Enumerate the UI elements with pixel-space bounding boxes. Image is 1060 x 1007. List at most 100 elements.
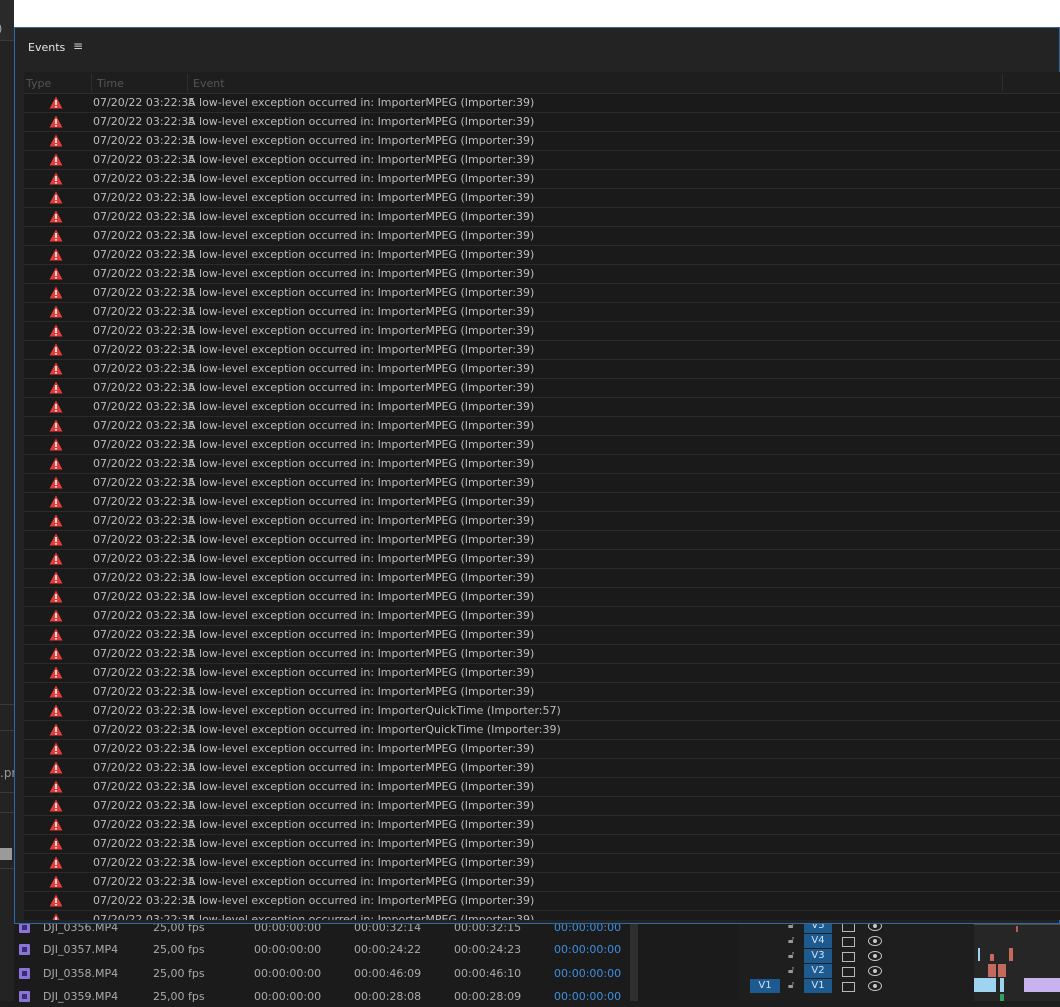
timeline-clip-area[interactable] (974, 924, 1060, 1001)
table-row[interactable]: 07/20/22 03:22:35 A low-level exception o… (24, 189, 1060, 208)
clip-in-point[interactable]: 00:00:00:00 (554, 990, 621, 1003)
eye-icon[interactable] (868, 936, 882, 946)
table-row[interactable]: 07/20/22 03:22:35 A low-level exception o… (24, 303, 1060, 322)
eye-icon[interactable] (868, 981, 882, 991)
table-row[interactable]: 07/20/22 03:22:35 A low-level exception o… (24, 778, 1060, 797)
track-target-button[interactable]: V3 (804, 949, 832, 963)
table-row[interactable]: 07/20/22 03:22:35 A low-level exception o… (24, 531, 1060, 550)
table-row[interactable]: 07/20/22 03:22:35 A low-level exception o… (24, 246, 1060, 265)
sync-lock-icon[interactable] (842, 937, 855, 947)
event-time: 07/20/22 03:22:35 (93, 229, 196, 242)
sync-lock-icon[interactable] (842, 952, 855, 962)
clip-in-point[interactable]: 00:00:00:00 (554, 967, 621, 980)
table-row[interactable]: 07/20/22 03:22:35 A low-level exception o… (24, 569, 1060, 588)
table-row[interactable]: 07/20/22 03:22:35 A low-level exception o… (24, 417, 1060, 436)
table-row[interactable]: 07/20/22 03:22:35 A low-level exception o… (24, 474, 1060, 493)
column-separator[interactable] (187, 74, 188, 91)
table-row[interactable]: 07/20/22 03:22:35 A low-level exception o… (24, 170, 1060, 189)
table-row[interactable]: 07/20/22 03:22:35 A low-level exception o… (24, 664, 1060, 683)
table-row[interactable]: 07/20/22 03:22:35 A low-level exception o… (24, 113, 1060, 132)
table-row[interactable]: 07/20/22 03:22:35 A low-level exception o… (24, 151, 1060, 170)
event-time: 07/20/22 03:22:35 (93, 248, 196, 261)
sync-lock-icon[interactable] (842, 982, 855, 992)
sync-lock-icon[interactable] (842, 967, 855, 977)
table-row[interactable]: 07/20/22 03:22:35 A low-level exception o… (24, 550, 1060, 569)
timeline-clip[interactable] (1000, 994, 1004, 1001)
column-header-event[interactable]: Event (193, 77, 225, 90)
track-header[interactable]: 🔓︎ V3 (738, 949, 974, 965)
timeline-clip[interactable] (978, 948, 980, 961)
list-item[interactable]: DJI_0359.MP4 25,00 fps 00:00:00:00 00:00:28… (16, 987, 628, 1007)
timeline-clip[interactable] (988, 964, 996, 977)
lock-icon[interactable]: 🔓︎ (788, 965, 794, 976)
timeline-clip[interactable] (1016, 926, 1018, 932)
table-row[interactable]: 07/20/22 03:22:35 A low-level exception o… (24, 873, 1060, 892)
warning-icon (49, 571, 63, 584)
track-header[interactable]: 🔓︎ V2 (738, 964, 974, 980)
table-row[interactable]: 07/20/22 03:22:35 A low-level exception o… (24, 379, 1060, 398)
table-row[interactable]: 07/20/22 03:22:35 A low-level exception o… (24, 455, 1060, 474)
event-message: A low-level exception occurred in: Impor… (188, 362, 535, 375)
table-row[interactable]: 07/20/22 03:22:35 A low-level exception o… (24, 626, 1060, 645)
table-row[interactable]: 07/20/22 03:22:35 A low-level exception o… (24, 816, 1060, 835)
clip-frame-rate: 25,00 fps (153, 943, 205, 956)
timeline-clip[interactable] (1009, 948, 1013, 961)
track-target-button[interactable]: V2 (804, 964, 832, 978)
lock-icon[interactable]: 🔓︎ (788, 935, 794, 946)
table-row[interactable]: 07/20/22 03:22:35 A low-level exception o… (24, 683, 1060, 702)
table-row[interactable]: 07/20/22 03:22:35 A low-level exception o… (24, 284, 1060, 303)
table-row[interactable]: 07/20/22 03:22:35 A low-level exception o… (24, 265, 1060, 284)
column-separator[interactable] (91, 74, 92, 91)
table-row[interactable]: 07/20/22 03:22:35 A low-level exception o… (24, 208, 1060, 227)
table-row[interactable]: 07/20/22 03:22:35 A low-level exception o… (24, 227, 1060, 246)
table-row[interactable]: 07/20/22 03:22:35 A low-level exception o… (24, 588, 1060, 607)
timeline-clip[interactable] (1000, 978, 1004, 992)
timeline-clip[interactable] (990, 954, 994, 961)
table-row[interactable]: 07/20/22 03:22:35 A low-level exception o… (24, 94, 1060, 113)
table-row[interactable]: 07/20/22 03:22:35 A low-level exception o… (24, 740, 1060, 759)
table-row[interactable]: 07/20/22 03:22:35 A low-level exception o… (24, 341, 1060, 360)
column-header-type[interactable]: Type (26, 77, 51, 90)
source-patch-button[interactable]: V1 (750, 979, 780, 993)
track-target-button[interactable]: V4 (804, 934, 832, 948)
table-row[interactable]: 07/20/22 03:22:35 A low-level exception o… (24, 398, 1060, 417)
table-row[interactable]: 07/20/22 03:22:35 A low-level exception o… (24, 835, 1060, 854)
table-row[interactable]: 07/20/22 03:22:35 A low-level exception o… (24, 645, 1060, 664)
track-target-button[interactable]: V1 (804, 979, 832, 993)
warning-icon (49, 305, 63, 318)
table-row[interactable]: 07/20/22 03:22:35 A low-level exception o… (24, 854, 1060, 873)
table-row[interactable]: 07/20/22 03:22:35 A low-level exception o… (24, 360, 1060, 379)
table-row[interactable]: 07/20/22 03:22:35 A low-level exception o… (24, 493, 1060, 512)
warning-icon (49, 894, 63, 907)
list-item[interactable]: DJI_0358.MP4 25,00 fps 00:00:00:00 00:00:46… (16, 964, 628, 984)
timeline-clip[interactable] (998, 964, 1006, 977)
events-table: Type Time Event 07/20/22 03:22:35 A low-l… (24, 72, 1060, 920)
event-message: A low-level exception occurred in: Impor… (188, 248, 535, 261)
table-row[interactable]: 07/20/22 03:22:35 A low-level exception o… (24, 512, 1060, 531)
column-separator[interactable] (1002, 74, 1003, 91)
table-row[interactable]: 07/20/22 03:22:35 A low-level exception o… (24, 702, 1060, 721)
lock-icon[interactable]: 🔓︎ (788, 980, 794, 991)
table-row[interactable]: 07/20/22 03:22:35 A low-level exception o… (24, 607, 1060, 626)
table-row[interactable]: 07/20/22 03:22:35 A low-level exception o… (24, 436, 1060, 455)
table-row[interactable]: 07/20/22 03:22:35 A low-level exception o… (24, 132, 1060, 151)
table-row[interactable]: 07/20/22 03:22:35 A low-level exception o… (24, 322, 1060, 341)
eye-icon[interactable] (868, 966, 882, 976)
timeline-clip[interactable] (1024, 978, 1060, 992)
clip-in-point[interactable]: 00:00:00:00 (554, 943, 621, 956)
track-header[interactable]: 🔓︎ V4 (738, 934, 974, 950)
eye-icon[interactable] (868, 951, 882, 961)
table-row[interactable]: 07/20/22 03:22:35 A low-level exception o… (24, 892, 1060, 911)
table-row[interactable]: 07/20/22 03:22:35 A low-level exception o… (24, 721, 1060, 740)
track-header[interactable]: V1 🔓︎ V1 (738, 979, 974, 995)
table-row[interactable]: 07/20/22 03:22:35 A low-level exception o… (24, 797, 1060, 816)
lock-icon[interactable]: 🔓︎ (788, 950, 794, 961)
hamburger-icon[interactable]: ≡ (73, 39, 83, 53)
media-scrollbar[interactable] (630, 924, 638, 1001)
timeline-clip[interactable] (974, 978, 996, 992)
table-row[interactable]: 07/20/22 03:22:35 A low-level exception o… (24, 911, 1060, 920)
warning-icon (49, 628, 63, 641)
list-item[interactable]: DJI_0357.MP4 25,00 fps 00:00:00:00 00:00:24… (16, 940, 628, 960)
table-row[interactable]: 07/20/22 03:22:35 A low-level exception o… (24, 759, 1060, 778)
column-header-time[interactable]: Time (97, 77, 124, 90)
